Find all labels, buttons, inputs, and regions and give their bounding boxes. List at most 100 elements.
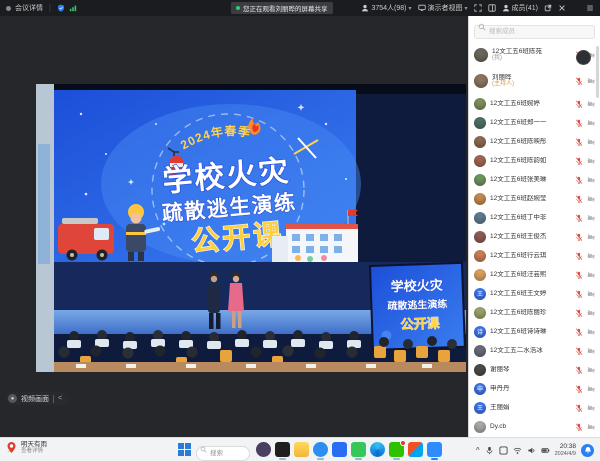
wifi-icon[interactable] (513, 446, 522, 455)
fullscreen-icon[interactable] (474, 4, 482, 12)
weather-widget[interactable]: 明天有雨 查看详情 (5, 441, 47, 455)
list-item[interactable]: 12文工五6班行云琪 (469, 246, 600, 265)
list-item[interactable]: 谢丽琴 (469, 360, 600, 379)
participant-list[interactable]: 12文工五6班陈苑(我) 刘丽晔(主持人) 12文工五6班婉婷 12文工五6班郑… (469, 42, 600, 437)
camera-off-icon[interactable] (587, 404, 595, 412)
list-item[interactable]: 12文工五6班陈映彤 (469, 132, 600, 151)
camera-off-icon[interactable] (587, 119, 595, 127)
view-mode-dropdown[interactable]: 演示者视图▾ (418, 3, 468, 13)
camera-off-icon[interactable] (587, 328, 595, 336)
tray-expand-icon[interactable]: ^ (476, 446, 480, 455)
avatar: 王 (474, 402, 486, 414)
wechat-icon[interactable] (389, 442, 404, 457)
app-icon-5[interactable] (332, 442, 347, 457)
layout-icon[interactable] (488, 4, 496, 12)
list-item[interactable]: 12文工五6班陈韵如 (469, 151, 600, 170)
meeting-app-icon[interactable] (427, 442, 442, 457)
microphone-muted-icon[interactable] (575, 77, 583, 85)
microphone-muted-icon[interactable] (575, 195, 583, 203)
camera-off-icon[interactable] (587, 195, 595, 203)
list-item[interactable]: 王 王丽娟 (469, 398, 600, 417)
list-item[interactable]: 申 申丹丹 (469, 379, 600, 398)
app-icon-2[interactable] (275, 442, 290, 457)
camera-off-icon[interactable] (587, 252, 595, 260)
microphone-muted-icon[interactable] (575, 100, 583, 108)
microphone-muted-icon[interactable] (575, 423, 583, 431)
list-item[interactable]: 12文工五6班汪芸熙 (469, 265, 600, 284)
battery-icon[interactable] (541, 446, 550, 455)
camera-off-icon[interactable] (587, 290, 595, 298)
list-item[interactable]: 12文工五6班陈丽珍 (469, 303, 600, 322)
app-icon-6[interactable] (351, 442, 366, 457)
avatar (474, 193, 486, 205)
hamburger-menu-icon[interactable] (586, 4, 594, 12)
microphone-muted-icon[interactable] (575, 138, 583, 146)
camera-off-icon[interactable] (587, 271, 595, 279)
app-icon-1[interactable] (256, 442, 271, 457)
list-item[interactable]: Dy.cb (469, 417, 600, 436)
tray-app-icon[interactable] (499, 446, 508, 455)
shared-video-frame[interactable]: 2024年春季 学校火灾 疏散逃生演练 公开课 (36, 84, 466, 372)
camera-off-icon[interactable] (587, 347, 595, 355)
camera-off-icon[interactable] (587, 309, 595, 317)
microphone-muted-icon[interactable] (575, 347, 583, 355)
microphone-muted-icon[interactable] (575, 214, 583, 222)
microphone-muted-icon[interactable] (575, 328, 583, 336)
participant-count-button[interactable]: 3754人(98)▾ (361, 3, 411, 13)
microphone-muted-icon[interactable] (575, 252, 583, 260)
list-item[interactable]: 诗 12文工五6班诗诗琳 (469, 322, 600, 341)
close-panel-icon[interactable] (558, 4, 566, 12)
list-item[interactable]: 12文工五6班王俊杰 (469, 227, 600, 246)
list-item[interactable]: 12文工五6班婉婷 (469, 94, 600, 113)
list-item[interactable]: 王 12文工五6班王文婷 (469, 284, 600, 303)
edge-browser-icon[interactable] (370, 442, 385, 457)
microphone-muted-icon[interactable] (575, 233, 583, 241)
camera-off-icon[interactable] (587, 385, 595, 393)
list-item[interactable]: 12文工五二水浩冰 (469, 341, 600, 360)
camera-off-icon[interactable] (587, 77, 595, 85)
speaker-icon[interactable] (527, 446, 536, 455)
list-item[interactable]: 刘丽晔(主持人) (469, 68, 600, 94)
microphone-muted-icon[interactable] (575, 119, 583, 127)
camera-off-icon[interactable] (587, 100, 595, 108)
search-input[interactable] (474, 25, 595, 39)
watching-badge-label: 您正在观看刘丽晔的屏幕共享 (243, 3, 328, 13)
taskbar-search[interactable] (196, 442, 250, 457)
microphone-muted-icon[interactable] (575, 176, 583, 184)
microphone-muted-icon[interactable] (575, 290, 583, 298)
camera-off-icon[interactable] (587, 138, 595, 146)
file-explorer-icon[interactable] (294, 442, 309, 457)
list-item[interactable]: 12文工五6班张美琳 (469, 170, 600, 189)
popout-panel-icon[interactable] (544, 4, 552, 12)
collapse-chevron-icon[interactable]: < (58, 395, 62, 402)
tray-mic-icon[interactable] (485, 446, 494, 455)
camera-off-icon[interactable] (587, 366, 595, 374)
microphone-muted-icon[interactable] (575, 271, 583, 279)
microphone-muted-icon[interactable] (575, 404, 583, 412)
floating-button[interactable] (576, 50, 591, 65)
scrollbar-thumb[interactable] (596, 46, 599, 98)
camera-off-icon[interactable] (587, 176, 595, 184)
list-item[interactable]: 12文工五6班丁中非 (469, 208, 600, 227)
network-signal-icon[interactable] (69, 4, 77, 12)
taskbar-clock[interactable]: 20:38 2024/4/9 (555, 443, 576, 457)
meeting-info-button[interactable]: 会议详情 (15, 3, 43, 13)
camera-off-icon[interactable] (587, 214, 595, 222)
notification-bell-button[interactable] (581, 444, 594, 457)
video-overlay-pill[interactable]: ● 视频画面 < (6, 392, 68, 405)
microphone-muted-icon[interactable] (575, 366, 583, 374)
microphone-muted-icon[interactable] (575, 157, 583, 165)
security-shield-icon[interactable] (57, 4, 65, 12)
camera-off-icon[interactable] (587, 423, 595, 431)
camera-off-icon[interactable] (587, 233, 595, 241)
microphone-muted-icon[interactable] (575, 309, 583, 317)
list-item[interactable]: 12文工五6班郑一一 (469, 113, 600, 132)
secondary-line1: 学校火灾 (390, 277, 443, 294)
list-item[interactable]: 12文工五6班赵婉莹 (469, 189, 600, 208)
start-button[interactable] (178, 443, 191, 456)
microphone-muted-icon[interactable] (575, 385, 583, 393)
app-icon-4[interactable] (313, 442, 328, 457)
camera-off-icon[interactable] (587, 157, 595, 165)
app-icon-9[interactable] (408, 442, 423, 457)
members-panel-button[interactable]: 成员(41) (502, 3, 538, 13)
